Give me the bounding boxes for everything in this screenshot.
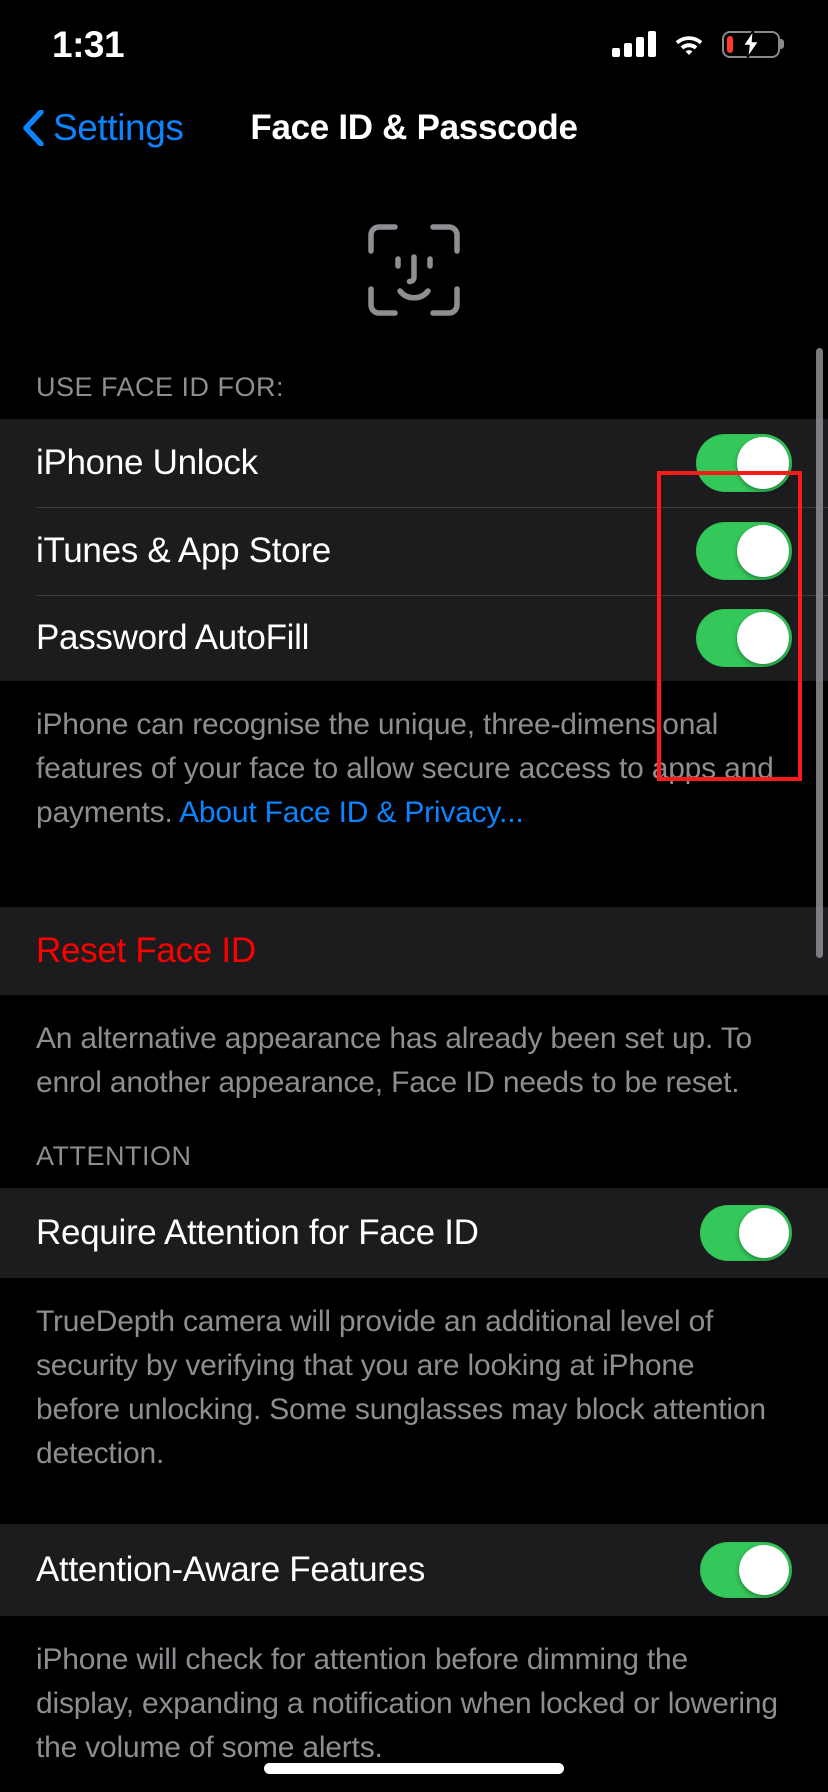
section-header-attention: ATTENTION: [36, 1141, 192, 1171]
footnote-face-id-privacy: iPhone can recognise the unique, three-d…: [0, 681, 828, 835]
footnote-attention-aware: iPhone will check for attention before d…: [36, 1643, 778, 1764]
toggle-require-attention[interactable]: [700, 1205, 792, 1261]
row-separator: [36, 595, 828, 596]
row-password-autofill[interactable]: Password AutoFill: [0, 595, 828, 681]
row-itunes-app-store[interactable]: iTunes & App Store: [0, 507, 828, 595]
status-time: 1:31: [52, 23, 125, 65]
row-label-iphone-unlock: iPhone Unlock: [36, 443, 258, 482]
settings-scroll-view[interactable]: USE FACE ID FOR: iPhone Unlock iTunes & …: [0, 168, 828, 1792]
section-header-use-face-id: USE FACE ID FOR:: [36, 372, 285, 402]
about-face-id-privacy-link[interactable]: About Face ID & Privacy...: [179, 796, 524, 829]
row-label-reset-face-id: Reset Face ID: [36, 931, 256, 970]
home-indicator: [264, 1763, 564, 1774]
row-label-password-autofill: Password AutoFill: [36, 618, 310, 657]
row-separator: [36, 507, 828, 508]
navigation-bar: Settings Face ID & Passcode: [0, 88, 828, 168]
back-button-label: Settings: [53, 107, 184, 148]
footnote-truedepth: TrueDepth camera will provide an additio…: [36, 1305, 766, 1470]
row-require-attention[interactable]: Require Attention for Face ID: [0, 1188, 828, 1278]
row-attention-aware-features[interactable]: Attention-Aware Features: [0, 1524, 828, 1616]
footnote-reset-face-id: An alternative appearance has already be…: [36, 1022, 753, 1099]
status-indicators: [612, 30, 780, 58]
row-label-attention-aware-features: Attention-Aware Features: [36, 1550, 426, 1589]
row-label-require-attention: Require Attention for Face ID: [36, 1213, 479, 1252]
charging-bolt-icon: [742, 30, 760, 58]
toggle-itunes-app-store[interactable]: [696, 522, 792, 580]
battery-charging-icon: [722, 30, 780, 58]
row-reset-face-id[interactable]: Reset Face ID: [0, 907, 828, 995]
toggle-attention-aware-features[interactable]: [700, 1542, 792, 1598]
face-id-icon: [368, 224, 460, 316]
status-bar: 1:31: [0, 0, 828, 88]
wifi-icon: [675, 36, 703, 55]
cellular-signal-icon: [612, 31, 656, 57]
chevron-left-icon: [23, 110, 44, 146]
toggle-password-autofill[interactable]: [696, 609, 792, 667]
face-id-hero: [0, 168, 828, 372]
row-label-itunes-app-store: iTunes & App Store: [36, 531, 331, 570]
back-button[interactable]: Settings: [22, 107, 184, 149]
row-iphone-unlock[interactable]: iPhone Unlock: [0, 419, 828, 507]
iphone-screen: 1:31 Settings Face ID & Passcode USE FAC…: [0, 0, 828, 1792]
toggle-iphone-unlock[interactable]: [696, 434, 792, 492]
vertical-scrollbar[interactable]: [816, 348, 823, 958]
